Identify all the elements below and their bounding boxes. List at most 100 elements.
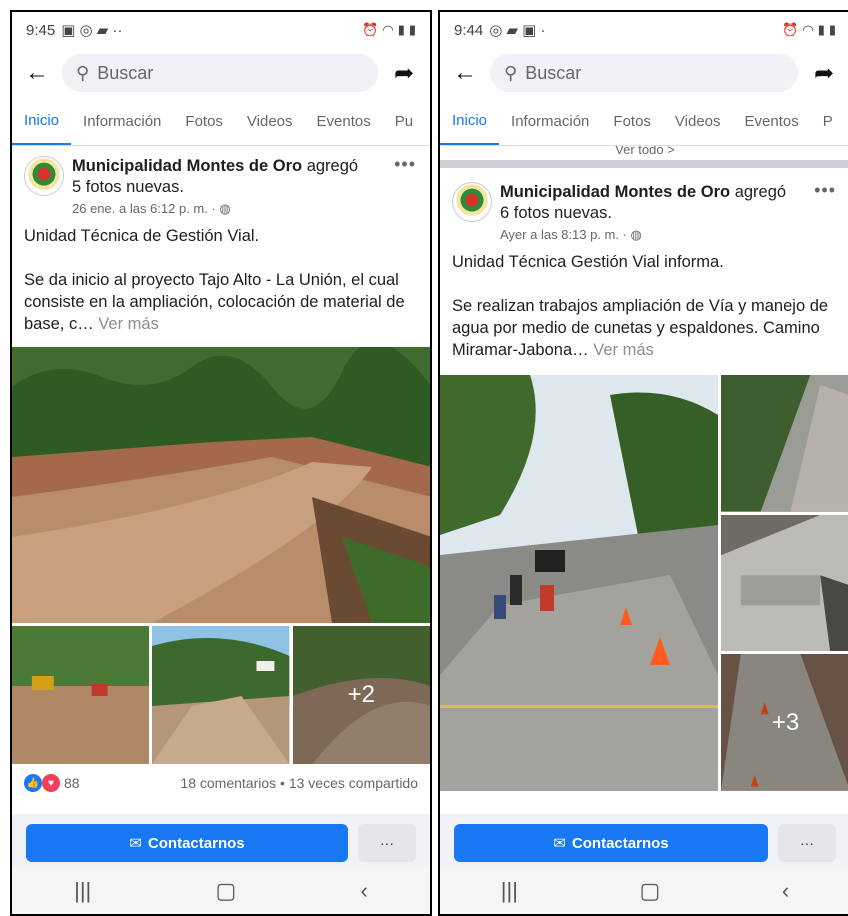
post-photo-main[interactable] bbox=[12, 347, 430, 623]
status-time: 9:45 bbox=[26, 21, 56, 39]
author-line: Municipalidad Montes de Oro agregó 6 fot… bbox=[500, 182, 838, 224]
share-icon[interactable]: ➦ bbox=[388, 59, 420, 88]
search-placeholder: Buscar bbox=[525, 62, 582, 83]
post-options-icon[interactable]: ••• bbox=[394, 154, 416, 175]
previous-post-peek[interactable]: Ver todo > bbox=[440, 146, 848, 160]
post-text-line: Unidad Técnica de Gestión Vial. bbox=[24, 227, 260, 245]
author-name[interactable]: Municipalidad Montes de Oro bbox=[500, 183, 730, 201]
tab-publicaciones[interactable]: P bbox=[811, 98, 845, 145]
notification-icons: ◎ ▰ ▣ · bbox=[489, 22, 546, 39]
system-icons: ⏰ ◠ ▮ ▮ bbox=[362, 22, 416, 38]
screenshot-left: 9:45 ▣ ◎ ▰ ·· ⏰ ◠ ▮ ▮ ← ⚲ Buscar ➦ Inici… bbox=[10, 10, 432, 916]
tab-fotos[interactable]: Fotos bbox=[601, 98, 663, 145]
more-options-button[interactable]: ··· bbox=[358, 824, 416, 862]
see-more-link[interactable]: Ver más bbox=[98, 315, 159, 333]
recent-apps-icon[interactable]: ||| bbox=[501, 878, 518, 904]
post-photo-thumb-more[interactable]: +2 bbox=[292, 626, 430, 764]
tab-inicio[interactable]: Inicio bbox=[12, 98, 72, 145]
back-arrow-icon[interactable]: ← bbox=[22, 59, 52, 87]
post-header: Municipalidad Montes de Oro agregó 5 fot… bbox=[12, 146, 430, 223]
recent-apps-icon[interactable]: ||| bbox=[74, 878, 91, 904]
notification-icons: ▣ ◎ ▰ ·· bbox=[61, 22, 123, 39]
extra-photos-count[interactable]: +3 bbox=[721, 654, 848, 792]
post-options-icon[interactable]: ••• bbox=[814, 180, 836, 201]
share-icon[interactable]: ➦ bbox=[808, 59, 840, 88]
post-photo-thumb-more[interactable]: +3 bbox=[721, 654, 848, 792]
back-icon[interactable]: ‹ bbox=[782, 878, 789, 904]
post-text-line: Se da inicio al proyecto Tajo Alto - La … bbox=[24, 271, 405, 333]
status-time: 9:44 bbox=[454, 21, 484, 39]
tab-videos[interactable]: Videos bbox=[663, 98, 733, 145]
tab-inicio[interactable]: Inicio bbox=[440, 98, 500, 145]
search-input[interactable]: ⚲ Buscar bbox=[62, 54, 378, 92]
page-tabs: Inicio Información Fotos Videos Eventos … bbox=[440, 98, 848, 146]
wifi-icon: ◠ bbox=[802, 22, 814, 37]
post-photo-thumb[interactable] bbox=[12, 626, 150, 764]
signal-icon: ▮ bbox=[397, 22, 405, 37]
home-icon[interactable]: ▢ bbox=[216, 878, 237, 904]
contact-button-label: Contactarnos bbox=[571, 834, 669, 852]
tab-fotos[interactable]: Fotos bbox=[173, 98, 235, 145]
action-bar: ✉ Contactarnos ··· bbox=[440, 814, 848, 872]
search-bar: ← ⚲ Buscar ➦ bbox=[440, 48, 848, 98]
author-name[interactable]: Municipalidad Montes de Oro bbox=[72, 157, 302, 175]
tab-videos[interactable]: Videos bbox=[235, 98, 305, 145]
wifi-icon: ◠ bbox=[382, 22, 394, 37]
extra-photos-count[interactable]: +2 bbox=[292, 626, 430, 764]
post-action-detail: 5 fotos nuevas. bbox=[72, 178, 184, 196]
search-icon: ⚲ bbox=[76, 62, 90, 83]
tab-publicaciones[interactable]: Pu bbox=[383, 98, 425, 145]
search-bar: ← ⚲ Buscar ➦ bbox=[12, 48, 430, 98]
post-time[interactable]: 26 ene. a las 6:12 p. m. · ◍ bbox=[72, 201, 418, 217]
post-header: Municipalidad Montes de Oro agregó 6 fot… bbox=[440, 168, 848, 249]
contact-button[interactable]: ✉ Contactarnos bbox=[26, 824, 348, 862]
android-nav-bar: ||| ▢ ‹ bbox=[12, 868, 430, 914]
envelope-icon: ✉ bbox=[129, 835, 142, 852]
tab-eventos[interactable]: Eventos bbox=[733, 98, 811, 145]
tab-informacion[interactable]: Información bbox=[499, 98, 601, 145]
alarm-icon: ⏰ bbox=[782, 22, 799, 37]
post-text: Unidad Técnica de Gestión Vial. Se da in… bbox=[12, 223, 430, 343]
post-text: Unidad Técnica Gestión Vial informa. Se … bbox=[440, 249, 848, 369]
see-more-link[interactable]: Ver más bbox=[593, 341, 654, 359]
author-line: Municipalidad Montes de Oro agregó 5 fot… bbox=[72, 156, 418, 198]
post-photo-thumb[interactable] bbox=[721, 514, 848, 652]
status-bar: 9:45 ▣ ◎ ▰ ·· ⏰ ◠ ▮ ▮ bbox=[12, 12, 430, 48]
see-all-link[interactable]: Ver todo > bbox=[615, 146, 675, 157]
action-bar: ✉ Contactarnos ··· bbox=[12, 814, 430, 872]
love-icon[interactable]: ♥ bbox=[42, 774, 60, 792]
back-icon[interactable]: ‹ bbox=[361, 878, 368, 904]
search-placeholder: Buscar bbox=[97, 62, 154, 83]
contact-button[interactable]: ✉ Contactarnos bbox=[454, 824, 768, 862]
screenshot-right: 9:44 ◎ ▰ ▣ · ⏰ ◠ ▮ ▮ ← ⚲ Buscar ➦ Inicio… bbox=[438, 10, 848, 916]
post-photo-thumb[interactable] bbox=[152, 626, 290, 764]
post-text-line: Unidad Técnica Gestión Vial informa. bbox=[452, 253, 724, 271]
home-icon[interactable]: ▢ bbox=[640, 878, 661, 904]
post-photo-thumb[interactable] bbox=[721, 375, 848, 512]
more-options-button[interactable]: ··· bbox=[778, 824, 836, 862]
post-action: agregó bbox=[730, 183, 787, 201]
battery-icon: ▮ bbox=[408, 22, 416, 37]
post-text-line: Se realizan trabajos ampliación de Vía y… bbox=[452, 297, 829, 359]
android-nav-bar: ||| ▢ ‹ bbox=[440, 868, 848, 914]
search-icon: ⚲ bbox=[504, 62, 518, 83]
engagement-summary[interactable]: 18 comentarios • 13 veces compartido bbox=[180, 775, 418, 791]
like-icon[interactable]: 👍 bbox=[24, 774, 42, 792]
tab-eventos[interactable]: Eventos bbox=[305, 98, 383, 145]
signal-icon: ▮ bbox=[817, 22, 825, 37]
feed-divider bbox=[440, 160, 848, 168]
system-icons: ⏰ ◠ ▮ ▮ bbox=[782, 22, 836, 38]
tab-informacion[interactable]: Información bbox=[71, 98, 173, 145]
post-time[interactable]: Ayer a las 8:13 p. m. · ◍ bbox=[500, 227, 838, 243]
status-bar: 9:44 ◎ ▰ ▣ · ⏰ ◠ ▮ ▮ bbox=[440, 12, 848, 48]
avatar[interactable] bbox=[452, 182, 492, 222]
post-photo-main[interactable] bbox=[440, 375, 718, 791]
alarm-icon: ⏰ bbox=[362, 22, 379, 37]
back-arrow-icon[interactable]: ← bbox=[450, 59, 480, 87]
reactions-bar: 👍 ♥ 88 18 comentarios • 13 veces compart… bbox=[12, 764, 430, 802]
reaction-count[interactable]: 88 bbox=[64, 775, 80, 791]
search-input[interactable]: ⚲ Buscar bbox=[490, 54, 798, 92]
envelope-icon: ✉ bbox=[553, 835, 566, 852]
avatar[interactable] bbox=[24, 156, 64, 196]
page-tabs: Inicio Información Fotos Videos Eventos … bbox=[12, 98, 430, 146]
